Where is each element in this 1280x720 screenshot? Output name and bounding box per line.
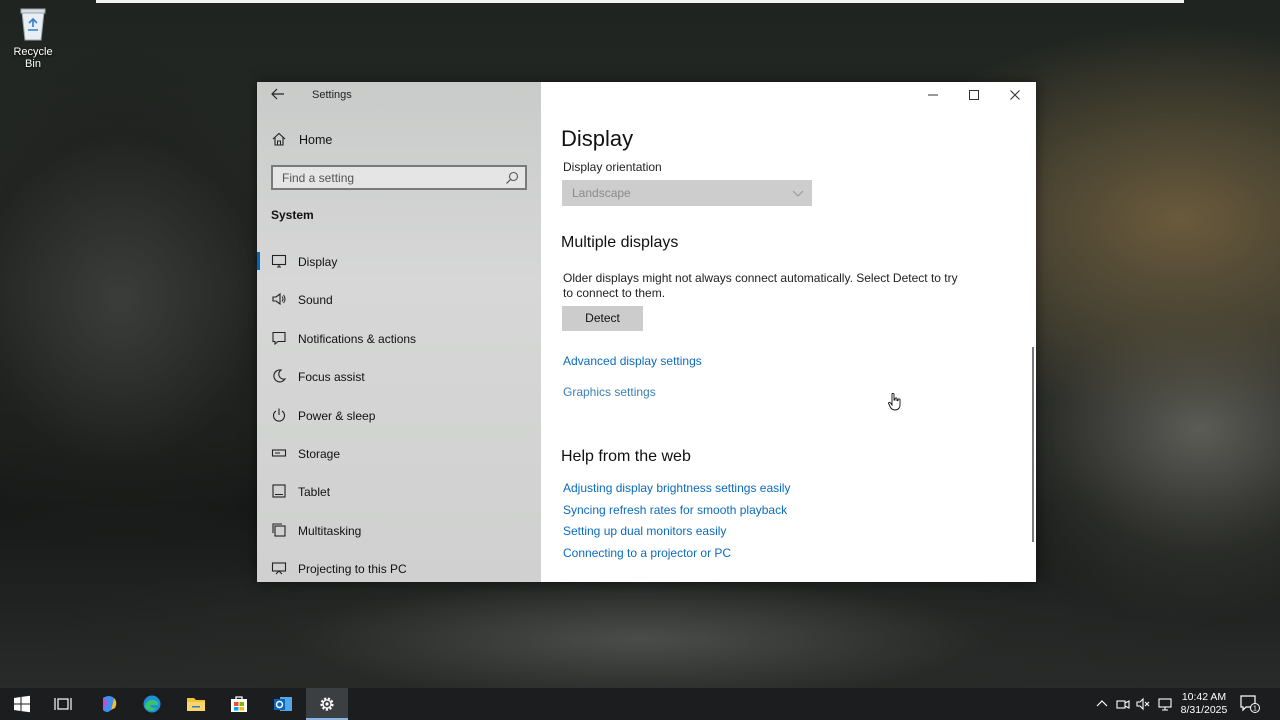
recycle-bin-shortcut[interactable]: Recycle Bin	[4, 4, 62, 70]
taskbar-settings[interactable]	[306, 688, 348, 720]
action-center-icon: 1	[1240, 695, 1260, 713]
help-heading: Help from the web	[561, 448, 691, 465]
sidebar-item-label: Sound	[298, 293, 333, 308]
gear-icon	[320, 697, 334, 711]
meet-now-icon[interactable]	[1116, 697, 1130, 711]
sidebar-item-multitasking[interactable]: Multitasking	[257, 511, 541, 549]
sidebar-item-storage[interactable]: Storage	[257, 434, 541, 472]
sidebar-item-notifications[interactable]: Notifications & actions	[257, 319, 541, 357]
detect-button[interactable]: Detect	[562, 306, 643, 331]
windows-logo-icon	[14, 695, 30, 713]
title-bar: Settings	[257, 82, 541, 108]
close-icon	[1010, 90, 1020, 100]
home-label: Home	[299, 133, 333, 147]
sidebar-home[interactable]: Home	[257, 129, 541, 151]
sidebar-item-sound[interactable]: Sound	[257, 280, 541, 318]
system-clock[interactable]: 10:42 AM 8/31/2025	[1176, 691, 1232, 717]
back-button[interactable]	[271, 88, 287, 102]
settings-window: Settings Home Find a setting System Disp…	[257, 82, 1036, 582]
settings-content: Display Display orientation Landscape Mu…	[541, 82, 1036, 582]
close-button[interactable]	[995, 82, 1035, 108]
minimize-icon	[928, 94, 938, 96]
tablet-icon	[272, 484, 286, 498]
window-title: Settings	[312, 89, 352, 101]
sidebar-item-projecting[interactable]: Projecting to this PC	[257, 549, 541, 582]
back-arrow-icon	[271, 88, 284, 100]
moon-icon	[273, 369, 287, 383]
monitor-icon	[271, 254, 287, 268]
sidebar-nav: Display Sound Notifications & actions Fo…	[257, 242, 541, 582]
maximize-icon	[969, 90, 979, 100]
maximize-button[interactable]	[954, 82, 994, 108]
orientation-value: Landscape	[572, 186, 631, 200]
sidebar-item-label: Storage	[298, 446, 341, 461]
search-input[interactable]: Find a setting	[271, 165, 527, 190]
top-edge-bar	[96, 0, 1184, 3]
speaker-icon	[272, 293, 286, 306]
network-icon[interactable]	[1158, 697, 1172, 711]
orientation-label: Display orientation	[563, 160, 662, 174]
content-scrollbar[interactable]	[1032, 347, 1034, 542]
start-button[interactable]	[0, 688, 42, 720]
sidebar-item-label: Multitasking	[298, 523, 362, 538]
search-icon	[506, 171, 519, 184]
hand-cursor-icon	[888, 393, 901, 411]
multiple-displays-description: Older displays might not always connect …	[563, 271, 958, 300]
sidebar-item-label: Notifications & actions	[298, 331, 417, 346]
minimize-button[interactable]	[913, 82, 953, 108]
recycle-bin-icon	[18, 6, 48, 42]
taskbar: 10:42 AM 8/31/2025 1	[0, 688, 1280, 720]
selection-indicator	[257, 252, 260, 270]
search-placeholder: Find a setting	[282, 171, 355, 185]
sidebar-item-power-sleep[interactable]: Power & sleep	[257, 396, 541, 434]
taskbar-outlook[interactable]	[262, 688, 304, 720]
home-icon	[272, 132, 286, 146]
multiple-displays-heading: Multiple displays	[561, 234, 679, 251]
taskbar-copilot[interactable]	[88, 688, 130, 720]
settings-sidebar: Settings Home Find a setting System Disp…	[257, 82, 541, 582]
copilot-icon	[103, 696, 117, 712]
help-link-dual-monitors[interactable]: Setting up dual monitors easily	[563, 524, 726, 538]
advanced-display-settings-link[interactable]: Advanced display settings	[563, 354, 702, 368]
graphics-settings-link[interactable]: Graphics settings	[563, 385, 656, 399]
action-center-button[interactable]: 1	[1240, 695, 1260, 713]
sidebar-item-label: Tablet	[298, 485, 331, 500]
outlook-icon	[274, 697, 292, 711]
section-heading: System	[271, 208, 314, 222]
notification-icon	[272, 331, 286, 345]
sidebar-item-label: Power & sleep	[298, 408, 376, 423]
chevron-down-icon	[792, 190, 804, 197]
help-link-refresh-rates[interactable]: Syncing refresh rates for smooth playbac…	[563, 503, 787, 517]
power-icon	[272, 408, 286, 422]
sidebar-item-focus-assist[interactable]: Focus assist	[257, 357, 541, 395]
clock-date: 8/31/2025	[1180, 704, 1228, 716]
projecting-icon	[271, 562, 287, 575]
speaker-muted-icon[interactable]	[1136, 697, 1150, 711]
help-link-projector[interactable]: Connecting to a projector or PC	[563, 546, 731, 560]
clock-time: 10:42 AM	[1181, 691, 1227, 703]
edge-icon	[143, 695, 161, 713]
sidebar-item-display[interactable]: Display	[257, 242, 541, 280]
sidebar-item-label: Projecting to this PC	[298, 562, 407, 577]
folder-icon	[187, 698, 205, 711]
taskbar-edge[interactable]	[131, 688, 173, 720]
multitasking-icon	[272, 523, 286, 537]
sidebar-item-tablet[interactable]: Tablet	[257, 472, 541, 510]
store-icon	[231, 696, 247, 712]
sidebar-item-label: Display	[298, 255, 338, 269]
orientation-dropdown[interactable]: Landscape	[562, 180, 812, 206]
sidebar-item-label: Focus assist	[298, 370, 365, 385]
storage-icon	[271, 449, 287, 457]
task-view-icon	[54, 698, 72, 710]
task-view-button[interactable]	[42, 688, 84, 720]
chevron-up-icon[interactable]	[1095, 697, 1109, 711]
help-link-brightness[interactable]: Adjusting display brightness settings ea…	[563, 481, 790, 495]
page-title: Display	[561, 126, 634, 151]
taskbar-store[interactable]	[218, 688, 260, 720]
recycle-bin-label: Recycle Bin	[13, 46, 53, 70]
notification-count: 1	[1253, 706, 1257, 713]
taskbar-file-explorer[interactable]	[175, 688, 217, 720]
